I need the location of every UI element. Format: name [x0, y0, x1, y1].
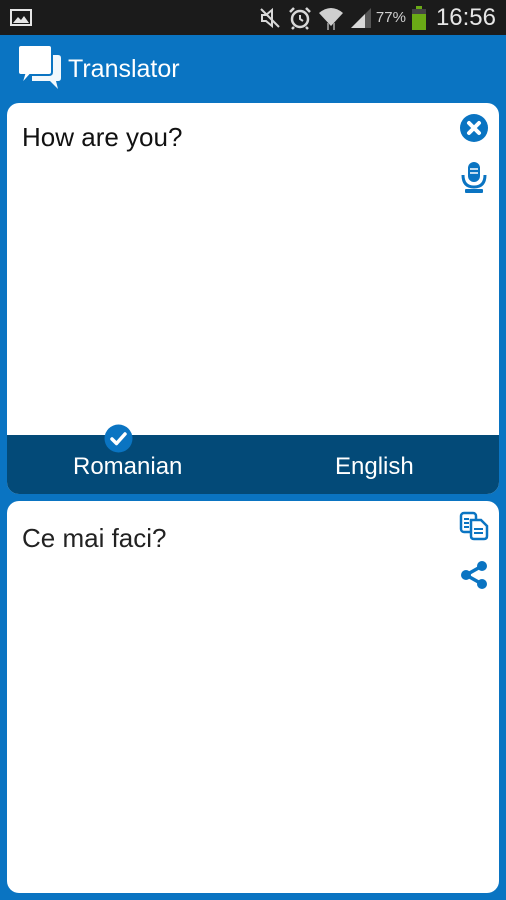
selected-check-icon	[104, 424, 133, 453]
app-bar: Translator	[0, 35, 506, 100]
battery-percent: 77%	[375, 9, 406, 26]
translated-text: Ce mai faci?	[22, 523, 167, 553]
app-title: Translator	[68, 55, 180, 83]
chat-bubbles-icon	[18, 45, 61, 89]
battery-icon	[411, 5, 426, 30]
source-language-button[interactable]: Romanian	[73, 453, 182, 481]
share-icon	[461, 561, 487, 589]
language-bar: Romanian English	[7, 435, 499, 494]
clock: 16:56	[435, 3, 496, 31]
signal-icon	[350, 7, 371, 28]
alarm-icon	[289, 6, 311, 30]
microphone-icon	[461, 162, 487, 193]
close-circle-icon	[460, 114, 488, 142]
mute-icon	[260, 7, 280, 28]
voice-input-button[interactable]	[457, 160, 491, 194]
copy-icon	[459, 511, 489, 541]
copy-button[interactable]	[457, 509, 491, 543]
gallery-icon	[10, 9, 32, 26]
status-bar: 77% 16:56	[0, 0, 506, 35]
share-button[interactable]	[457, 558, 491, 592]
source-text-input[interactable]: How are you?	[22, 122, 182, 153]
output-card: Ce mai faci?	[7, 501, 499, 893]
target-language-button[interactable]: English	[335, 453, 414, 481]
input-card: How are you? Romanian English	[7, 103, 499, 494]
clear-button[interactable]	[457, 111, 491, 145]
wifi-icon	[318, 7, 343, 30]
